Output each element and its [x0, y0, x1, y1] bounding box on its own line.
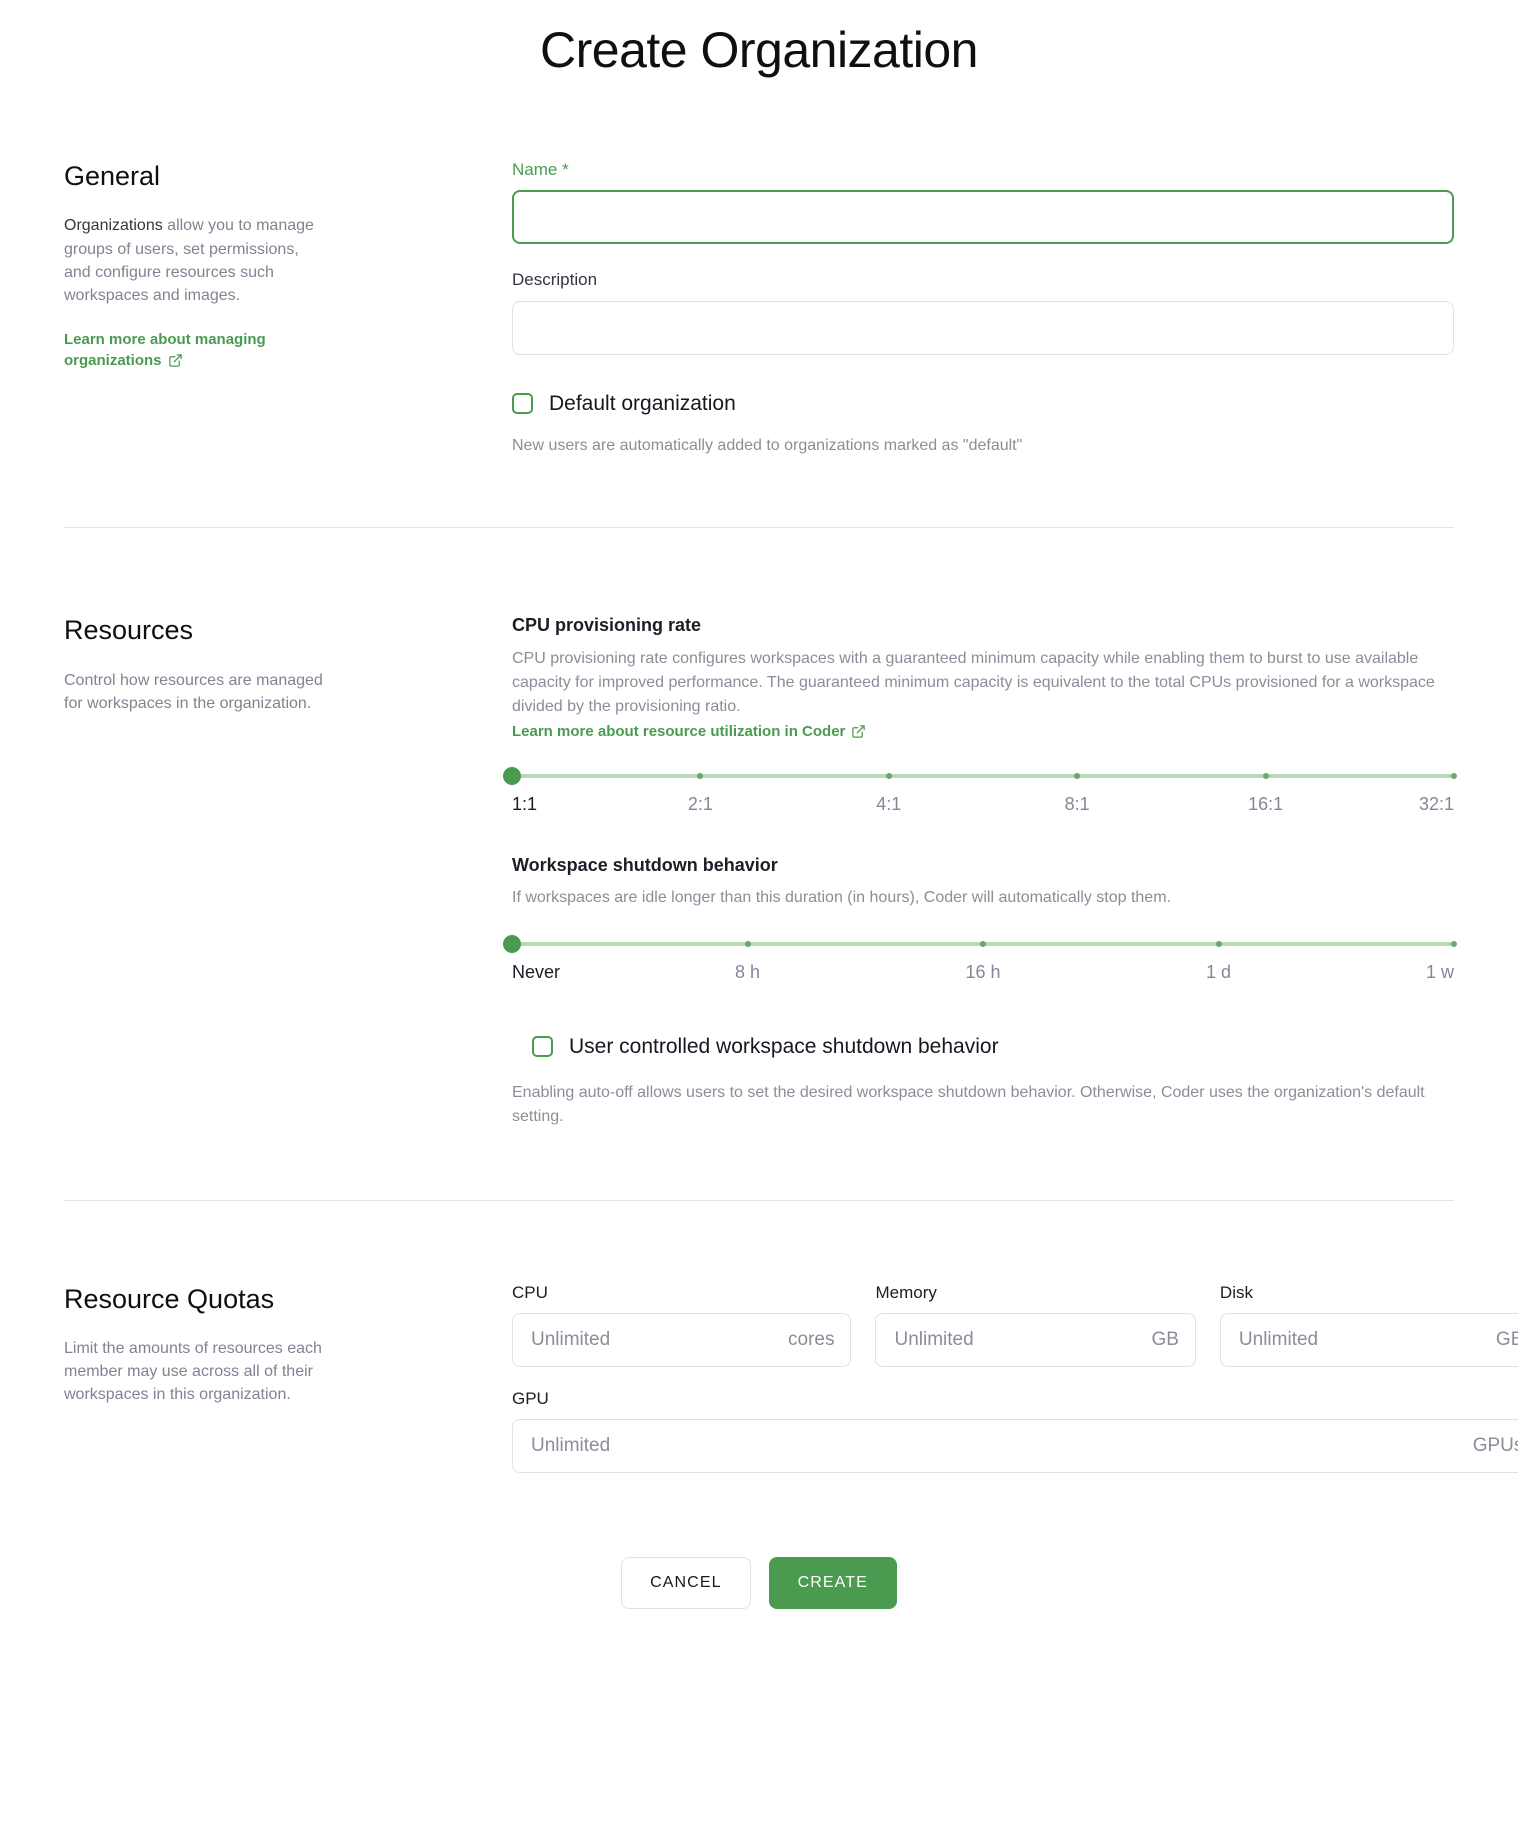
shutdown-slider-labels: Never 8 h 16 h 1 d 1 w: [512, 962, 1454, 988]
quota-field-cpu: CPU cores: [512, 1282, 852, 1367]
general-description: Organizations allow you to manage groups…: [64, 214, 326, 307]
quota-input-wrapper-cpu[interactable]: cores: [512, 1312, 852, 1367]
cpu-slider-tick-label: 1:1: [512, 793, 538, 814]
cpu-slider-thumb[interactable]: [503, 766, 521, 785]
cpu-slider-tick-label: 16:1: [1248, 793, 1284, 814]
quotas-section-right: CPU cores Memory GB Disk GB GPU GPUs: [512, 1283, 1518, 1473]
quota-unit-memory: GB: [1151, 1328, 1179, 1350]
general-heading: General: [64, 161, 161, 191]
cpu-slider-mark: [1451, 772, 1457, 779]
cpu-provisioning-title: CPU provisioning rate: [512, 615, 702, 636]
cpu-slider-mark: [1074, 772, 1081, 779]
quotas-description: Limit the amounts of resources each memb…: [64, 1340, 322, 1404]
cpu-slider-tick-label: 32:1: [1418, 793, 1454, 814]
shutdown-slider-mark: [980, 941, 986, 948]
resources-section-right: CPU provisioning rate CPU provisioning r…: [503, 614, 1457, 1128]
user-controlled-shutdown-row[interactable]: User controlled workspace shutdown behav…: [532, 1034, 1454, 1059]
default-organization-checkbox[interactable]: [512, 392, 533, 414]
quotas-heading: Resource Quotas: [64, 1283, 275, 1314]
default-organization-row[interactable]: Default organization: [512, 391, 1454, 416]
external-link-icon: [851, 724, 866, 739]
create-organization-page: Create Organization General Organization…: [0, 0, 1518, 1821]
resources-description: Control how resources are managed for wo…: [64, 671, 323, 712]
shutdown-slider-tick-label: Never: [512, 962, 561, 983]
general-section: General Organizations allow you to manag…: [0, 160, 1518, 457]
quota-unit-cpu: cores: [788, 1328, 835, 1350]
quota-field-disk: Disk GB: [1219, 1282, 1518, 1367]
user-controlled-shutdown-helper: Enabling auto-off allows users to set th…: [512, 1084, 1425, 1125]
gpu-unit-label: GPUs: [1472, 1434, 1518, 1456]
gpu-input-wrapper[interactable]: GPUs: [512, 1418, 1518, 1473]
cpu-slider-mark: [1262, 772, 1269, 779]
cpu-provisioning-description: CPU provisioning rate configures workspa…: [512, 649, 1435, 715]
name-label: Name *: [512, 160, 569, 179]
cpu-slider-mark: [697, 772, 704, 779]
description-label: Description: [512, 270, 598, 290]
cpu-slider-tick-label: 2:1: [687, 793, 713, 814]
form-actions: CANCEL CREATE: [0, 1556, 1518, 1609]
quota-field-memory: Memory GB: [875, 1282, 1196, 1367]
user-controlled-shutdown-checkbox[interactable]: [532, 1036, 553, 1058]
user-controlled-shutdown-label: User controlled workspace shutdown behav…: [569, 1035, 999, 1059]
cpu-slider-labels: 1:1 2:1 4:1 8:1 16:1 32:1: [512, 794, 1454, 820]
page-title: Create Organization: [540, 22, 978, 78]
quota-unit-disk: GB: [1495, 1328, 1518, 1350]
quota-input-wrapper-disk[interactable]: GB: [1219, 1312, 1518, 1367]
shutdown-slider-tick-label: 16 h: [965, 962, 1001, 983]
external-link-icon: [168, 353, 183, 368]
learn-more-organizations-link[interactable]: Learn more about managing organizations: [64, 331, 266, 369]
cpu-provisioning-slider[interactable]: [503, 766, 1457, 785]
quota-input-disk[interactable]: [1236, 1327, 1486, 1352]
name-field-group: Name *: [512, 160, 1454, 245]
shutdown-slider-mark: [1451, 941, 1457, 948]
shutdown-slider-tick-label: 1 d: [1205, 962, 1232, 983]
shutdown-behavior-slider[interactable]: [503, 935, 1457, 954]
shutdown-slider-mark: [1215, 941, 1222, 948]
gpu-input[interactable]: [529, 1433, 1463, 1458]
default-organization-label: Default organization: [549, 391, 736, 415]
cpu-provisioning-block: CPU provisioning rate CPU provisioning r…: [503, 614, 1457, 820]
cpu-slider-tick-label: 4:1: [876, 793, 902, 814]
cancel-button[interactable]: CANCEL: [621, 1556, 751, 1609]
shutdown-slider-thumb[interactable]: [503, 935, 521, 954]
quota-input-wrapper-memory[interactable]: GB: [875, 1312, 1196, 1367]
gpu-label: GPU: [512, 1388, 549, 1408]
learn-more-resource-utilization-link[interactable]: Learn more about resource utilization in…: [512, 723, 845, 740]
divider-resources-quotas: [64, 1199, 1454, 1201]
cpu-slider-rail[interactable]: [512, 773, 1454, 778]
default-organization-helper: New users are automatically added to org…: [512, 436, 1023, 454]
general-learn-more-wrap: Learn more about managing organizations: [64, 329, 334, 371]
general-section-left: General Organizations allow you to manag…: [64, 160, 512, 457]
shutdown-slider-tick-label: 8 h: [734, 962, 761, 983]
quotas-section-left: Resource Quotas Limit the amounts of res…: [64, 1283, 512, 1473]
shutdown-slider-mark: [744, 941, 751, 948]
shutdown-slider-tick-label: 1 w: [1425, 962, 1454, 983]
general-description-lead: Organizations: [64, 217, 163, 235]
quota-label-disk: Disk: [1219, 1282, 1253, 1302]
cpu-slider-mark: [885, 772, 892, 779]
quota-input-memory[interactable]: [892, 1327, 1142, 1352]
quota-label-memory: Memory: [875, 1282, 937, 1302]
description-input[interactable]: [512, 300, 1454, 355]
quota-label-cpu: CPU: [512, 1282, 548, 1302]
divider-general-resources: [64, 527, 1454, 529]
resources-section: Resources Control how resources are mana…: [0, 614, 1518, 1128]
create-button[interactable]: CREATE: [768, 1556, 897, 1609]
resources-section-left: Resources Control how resources are mana…: [64, 614, 512, 1128]
quota-input-cpu[interactable]: [529, 1327, 778, 1352]
quota-fields-grid: CPU cores Memory GB Disk GB: [512, 1283, 1518, 1367]
general-section-right: Name * Description Default organization …: [512, 160, 1454, 457]
description-field-group: Description: [512, 270, 1454, 355]
shutdown-behavior-title: Workspace shutdown behavior: [512, 854, 778, 875]
resource-quotas-section: Resource Quotas Limit the amounts of res…: [0, 1283, 1518, 1473]
cpu-learn-more-wrap: Learn more about resource utilization in…: [512, 721, 1454, 742]
shutdown-behavior-block: Workspace shutdown behavior If workspace…: [503, 854, 1457, 989]
cpu-slider-tick-label: 8:1: [1064, 793, 1090, 814]
shutdown-behavior-description: If workspaces are idle longer than this …: [512, 889, 1171, 907]
name-input[interactable]: [512, 190, 1454, 245]
resources-heading: Resources: [64, 615, 194, 646]
gpu-field-group: GPU GPUs: [512, 1389, 1518, 1473]
